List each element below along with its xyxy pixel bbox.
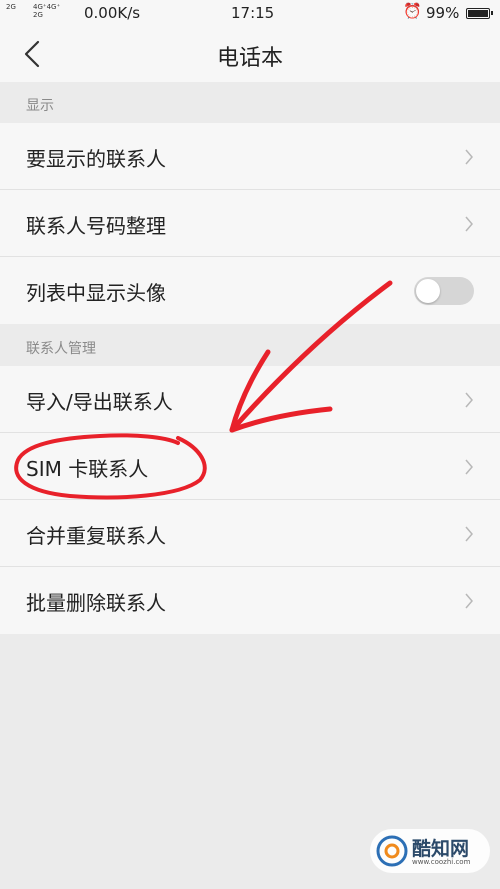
display-settings-list: 要显示的联系人 联系人号码整理 列表中显示头像 <box>0 123 500 324</box>
row-merge-duplicates[interactable]: 合并重复联系人 <box>0 500 500 567</box>
row-show-avatars: 列表中显示头像 <box>0 257 500 324</box>
row-import-export[interactable]: 导入/导出联系人 <box>0 366 500 433</box>
row-label: 联系人号码整理 <box>26 214 166 238</box>
network-speed: 0.00K/s <box>84 4 141 22</box>
watermark-text: 酷知网 <box>412 838 470 860</box>
battery-percent: 99% <box>426 4 460 22</box>
row-sim-contacts[interactable]: SIM 卡联系人 <box>0 433 500 500</box>
row-label: 合并重复联系人 <box>26 524 166 548</box>
signal-icon: 2G <box>6 3 16 11</box>
chevron-right-icon <box>465 392 473 408</box>
chevron-right-icon <box>465 593 473 609</box>
alarm-icon: ⏰ <box>403 2 422 20</box>
row-label: 导入/导出联系人 <box>26 390 173 414</box>
row-label: SIM 卡联系人 <box>26 457 149 481</box>
watermark-url: www.coozhi.com <box>412 858 471 866</box>
section-header-contact-management: 联系人管理 <box>0 325 500 365</box>
chevron-right-icon <box>465 459 473 475</box>
row-label: 列表中显示头像 <box>26 281 166 305</box>
navigation-bar: 电话本 <box>0 26 500 82</box>
toggle-knob <box>416 279 440 303</box>
dual-signal-icon: 4G⁺4G⁺ 2G <box>33 3 61 19</box>
chevron-right-icon <box>465 526 473 542</box>
chevron-right-icon <box>465 149 473 165</box>
row-contacts-to-display[interactable]: 要显示的联系人 <box>0 123 500 190</box>
watermark-badge: 酷知网 www.coozhi.com <box>370 829 490 873</box>
row-label: 批量删除联系人 <box>26 591 166 615</box>
row-label: 要显示的联系人 <box>26 147 166 171</box>
chevron-right-icon <box>465 216 473 232</box>
status-bar: 2G 4G⁺4G⁺ 2G 0.00K/s 17:15 ⏰ 99% <box>0 0 500 26</box>
coozhi-logo-icon <box>376 835 408 867</box>
page-title: 电话本 <box>216 46 283 71</box>
battery-icon <box>466 8 493 19</box>
clock: 17:15 <box>231 4 275 22</box>
row-organize-numbers[interactable]: 联系人号码整理 <box>0 190 500 257</box>
row-batch-delete[interactable]: 批量删除联系人 <box>0 567 500 634</box>
show-avatar-toggle[interactable] <box>414 277 474 305</box>
section-header-display: 显示 <box>0 82 500 122</box>
contact-management-list: 导入/导出联系人 SIM 卡联系人 合并重复联系人 批量删除联系人 <box>0 366 500 634</box>
